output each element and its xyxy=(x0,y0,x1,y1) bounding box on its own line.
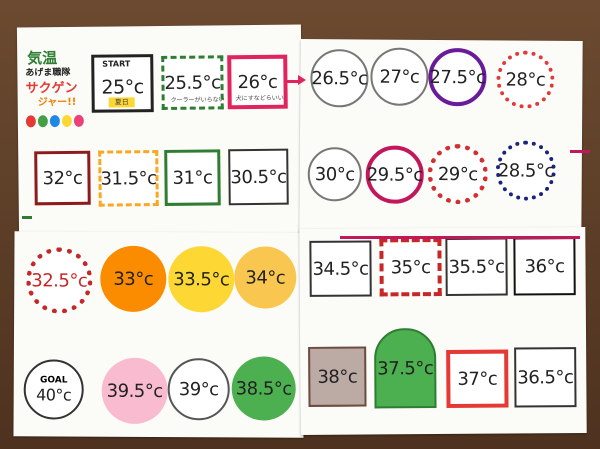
temp-37-5: 37.5°c xyxy=(377,357,434,379)
poster-board-top-left: 気温 あげま職隊 サクゲン ジャー!! START 25°c 夏日 25.5°c… xyxy=(16,24,304,240)
goal-label: GOAL xyxy=(39,374,68,386)
temp-26-5: 26.5°c xyxy=(311,67,368,89)
cell-start-25: START 25°c 夏日 xyxy=(91,54,154,113)
start-label: START xyxy=(102,59,131,69)
cell-33-5: 33.5°c xyxy=(168,246,235,313)
temp-31-5: 31.5°c xyxy=(100,167,157,190)
temp-34-5: 34.5°c xyxy=(312,258,369,280)
ranger-pink xyxy=(73,114,84,127)
poster-board-top-right: 26.5°c 27°c 27.5°c 28°c 30°c 29.5°c 29°c… xyxy=(299,39,583,241)
cell-goal-40: GOAL 40°c xyxy=(23,359,84,420)
temp-27-5: 27.5°c xyxy=(429,66,486,88)
cell-27: 27°c xyxy=(370,47,429,106)
temp-35: 35°c xyxy=(390,256,431,278)
cell-37-5: 37.5°c xyxy=(373,328,437,409)
note-25: 夏日 xyxy=(108,97,135,108)
photo-scene: 気温 あげま職隊 サクゲン ジャー!! START 25°c 夏日 25.5°c… xyxy=(0,0,600,449)
cell-27-5: 27.5°c xyxy=(428,47,487,107)
cell-34-5: 34.5°c xyxy=(309,240,372,297)
temp-37: 37°c xyxy=(457,368,498,390)
title-line-4: ジャー!! xyxy=(37,96,77,109)
cell-38-5: 38.5°c xyxy=(231,356,296,421)
temp-35-5: 35.5°c xyxy=(448,256,505,278)
temp-28: 28°c xyxy=(505,68,546,91)
arrow-side xyxy=(570,150,590,153)
ranger-blue xyxy=(49,115,60,128)
cell-39-5: 39.5°c xyxy=(101,357,168,425)
cell-26-5: 26.5°c xyxy=(310,49,369,108)
arrow-bottom-connector xyxy=(340,236,580,239)
temp-29-5: 29.5°c xyxy=(366,163,423,186)
temp-28-5: 28.5°c xyxy=(497,159,554,182)
temp-40: 40°c xyxy=(36,384,72,405)
temp-32-5: 32.5°c xyxy=(31,269,88,292)
temp-26: 26°c xyxy=(237,71,278,93)
cell-30: 30°c xyxy=(307,147,362,202)
cell-25-5: 25.5°c クーラーがいらない xyxy=(161,55,225,110)
temp-33: 33°c xyxy=(113,268,154,290)
cell-30-5: 30.5°c xyxy=(228,148,289,206)
arrow-left xyxy=(22,216,32,219)
cell-36: 36°c xyxy=(513,237,576,296)
temp-32: 32°c xyxy=(42,167,83,189)
cell-28: 28°c xyxy=(496,50,555,109)
cell-34: 34°c xyxy=(234,246,297,309)
temp-27: 27°c xyxy=(379,66,420,88)
cell-35-5: 35.5°c xyxy=(445,237,508,296)
temp-34: 34°c xyxy=(245,266,286,289)
temp-38: 38°c xyxy=(317,366,358,388)
cell-32: 32°c xyxy=(34,150,91,206)
note-26: 犬にすなどらいい xyxy=(235,94,284,103)
temp-29: 29°c xyxy=(437,163,478,185)
poster-board-bottom-right: 34.5°c 35°c 35.5°c 36°c 38°c 37.5°c 37°c… xyxy=(299,227,587,435)
cell-36-5: 36.5°c xyxy=(514,347,577,408)
cell-31-5: 31.5°c xyxy=(98,150,159,207)
cell-29: 29°c xyxy=(427,143,488,205)
cell-26: 26°c 犬にすなどらいい xyxy=(227,54,288,110)
cell-32-5: 32.5°c xyxy=(26,247,93,314)
cell-38: 38°c xyxy=(308,346,367,407)
temp-25-5: 25.5°c xyxy=(164,71,221,94)
temp-31: 31°c xyxy=(172,166,213,189)
temp-33-5: 33.5°c xyxy=(173,268,230,290)
arrow-head-1 xyxy=(298,75,306,85)
cell-37: 37°c xyxy=(446,349,509,408)
temp-30: 30°c xyxy=(314,163,355,185)
cell-28-5: 28.5°c xyxy=(495,140,556,201)
temp-36-5: 36.5°c xyxy=(517,366,574,388)
temp-38-5: 38.5°c xyxy=(235,377,292,400)
temp-39: 39°c xyxy=(178,378,219,400)
ranger-green xyxy=(37,115,48,128)
poster-board-bottom-left: 32.5°c 33°c 33.5°c 34°c GOAL 40°c 39.5°c… xyxy=(13,231,305,438)
cell-35: 35°c xyxy=(379,238,442,297)
cell-39: 39°c xyxy=(167,358,230,421)
cell-29-5: 29.5°c xyxy=(365,145,424,204)
temp-36: 36°c xyxy=(524,255,565,277)
cell-31: 31°c xyxy=(164,149,221,206)
temp-39-5: 39.5°c xyxy=(106,380,163,402)
note-25-5: クーラーがいらない xyxy=(170,96,225,104)
ranger-yellow xyxy=(61,114,72,128)
temp-30-5: 30.5°c xyxy=(230,166,287,188)
cell-33: 33°c xyxy=(100,245,167,313)
temp-25: 25°c xyxy=(101,76,144,99)
ranger-red xyxy=(25,115,36,128)
